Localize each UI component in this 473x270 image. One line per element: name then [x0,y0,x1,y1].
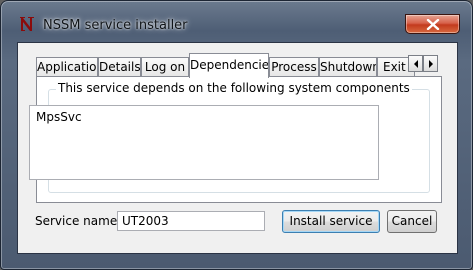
app-window: NSSM service installer Application Detai… [0,0,473,270]
dependency-item: MpsSvc [36,110,82,124]
tab-log-on[interactable]: Log on [141,57,189,77]
close-button[interactable] [405,14,460,34]
tab-process[interactable]: Process [269,57,319,77]
window-title: NSSM service installer [43,18,188,33]
title-bar[interactable]: NSSM service installer [1,1,473,35]
close-icon [426,19,440,30]
tab-scroll-left-button[interactable] [408,55,423,72]
tab-shutdown[interactable]: Shutdown [319,57,377,77]
install-service-button[interactable]: Install service [282,210,380,233]
tab-application[interactable]: Application [36,57,98,77]
service-name-input[interactable]: UT2003 [117,211,265,231]
dialog-client-area: Application Details Log on Dependencies … [17,42,458,254]
dependencies-group-label: This service depends on the following sy… [56,81,412,95]
arrow-right-icon [429,60,433,68]
dependencies-textbox[interactable]: MpsSvc [29,105,379,180]
cancel-button[interactable]: Cancel [387,210,437,233]
nssm-n-icon [20,16,35,32]
tab-details[interactable]: Details [98,57,141,77]
tab-dependencies[interactable]: Dependencies [189,53,269,78]
tab-scroll-right-button[interactable] [423,55,438,72]
service-name-value: UT2003 [122,214,169,228]
service-name-label: Service name: [35,214,122,228]
arrow-left-icon [414,60,418,68]
